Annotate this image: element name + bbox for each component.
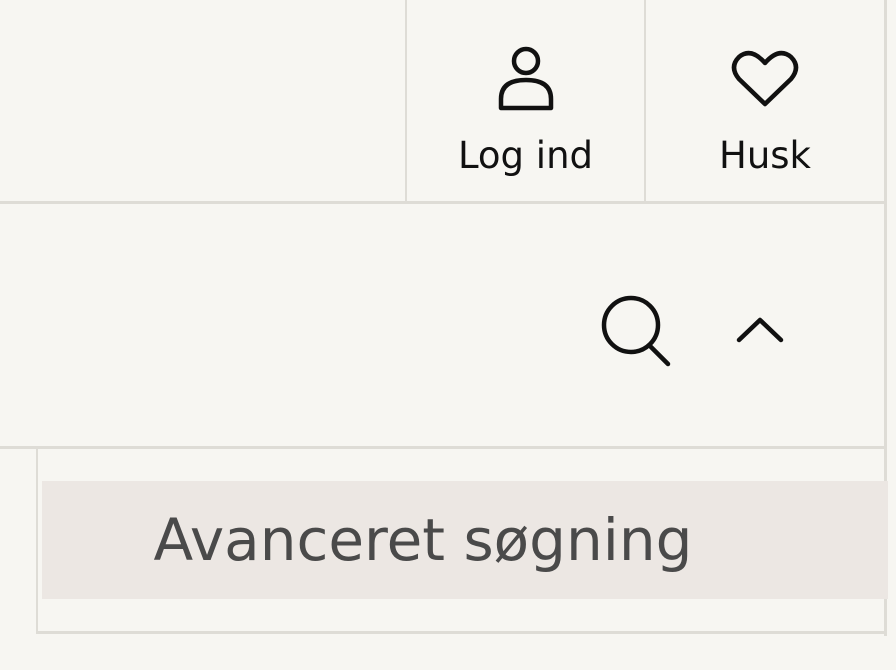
advanced-search-panel: Avanceret søgning [36,449,888,634]
login-label: Log ind [457,134,594,177]
advanced-search-button[interactable]: Avanceret søgning [42,481,888,599]
user-icon [496,44,556,114]
search-icon[interactable] [598,294,676,372]
search-bar [0,204,886,449]
favorites-label: Husk [719,134,811,177]
chevron-up-icon[interactable] [734,308,786,348]
login-button[interactable]: Log ind [407,0,644,201]
advanced-search-label: Avanceret søgning [153,506,693,574]
top-header: Log ind Husk [0,0,886,204]
page: Log ind Husk Avanceret søgning [0,0,896,670]
heart-icon [731,44,799,114]
favorites-button[interactable]: Husk [646,0,884,201]
